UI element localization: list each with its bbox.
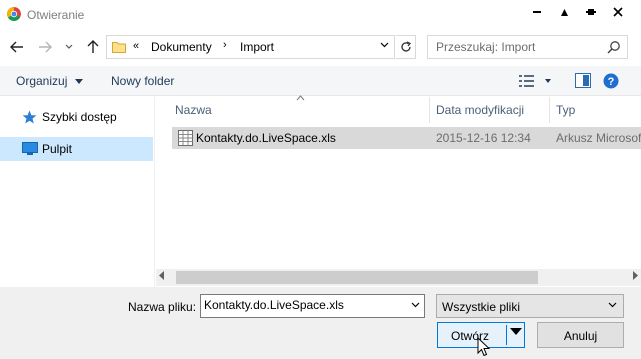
star-icon [22, 110, 37, 127]
folder-icon [112, 40, 126, 53]
filename-input[interactable] [204, 298, 402, 312]
recent-locations-button[interactable] [62, 36, 76, 58]
chrome-icon [7, 7, 21, 21]
column-header-date[interactable]: Data modyfikacji [436, 103, 524, 117]
open-options-dropdown-icon[interactable] [510, 328, 522, 339]
organize-button[interactable]: Organizuj [16, 74, 83, 88]
file-type-filter[interactable]: Wszystkie pliki [436, 294, 624, 318]
preview-pane-icon[interactable] [575, 73, 591, 91]
arrow-right-icon [39, 41, 52, 53]
sidebar-item-label: Pulpit [42, 142, 73, 156]
cancel-button[interactable]: Anuluj [537, 322, 624, 348]
scrollbar-thumb[interactable] [176, 271, 538, 284]
column-header-type[interactable]: Typ [556, 103, 575, 117]
sidebar-item-label: Szybki dostęp [42, 110, 117, 124]
mouse-cursor-icon [477, 336, 491, 359]
search-placeholder: Przeszukaj: Import [436, 40, 536, 54]
arrow-left-icon [10, 41, 23, 53]
file-type-filter-value: Wszystkie pliki [442, 300, 521, 314]
file-list: Nazwa Data modyfikacji Typ Kontakty.do.L… [156, 95, 641, 287]
refresh-button[interactable] [396, 35, 416, 59]
breadcrumb-import[interactable]: Import [240, 40, 274, 54]
view-details-icon[interactable] [519, 74, 551, 91]
horizontal-scrollbar[interactable] [156, 269, 641, 286]
split-divider [506, 325, 507, 345]
address-overflow[interactable]: « [133, 40, 139, 52]
arrow-up-icon [87, 40, 99, 53]
command-toolbar: Organizuj Nowy folder ? [0, 66, 641, 96]
column-header-name[interactable]: Nazwa [175, 103, 212, 117]
maximize-icon[interactable] [551, 0, 577, 24]
organize-label: Organizuj [16, 74, 68, 88]
dialog-footer: Nazwa pliku: Wszystkie pliki Otwórz Anul… [0, 287, 641, 359]
scroll-right-icon[interactable] [632, 271, 638, 282]
sidebar-item-quick-access[interactable]: Szybki dostęp [0, 105, 153, 129]
spreadsheet-file-icon [178, 130, 193, 149]
address-dropdown-icon[interactable] [380, 40, 389, 51]
chevron-down-icon [74, 79, 83, 85]
sidebar-item-desktop[interactable]: Pulpit [0, 137, 153, 161]
breadcrumb-dokumenty[interactable]: Dokumenty [151, 40, 212, 54]
filename-field[interactable] [200, 294, 425, 318]
new-folder-button[interactable]: Nowy folder [111, 74, 174, 88]
column-divider[interactable] [549, 97, 550, 123]
up-button[interactable] [84, 36, 102, 58]
address-bar[interactable]: « Dokumenty › Import [106, 35, 395, 59]
restore-icon[interactable] [578, 0, 604, 24]
column-divider[interactable] [429, 97, 430, 123]
file-type: Arkusz Microsoft [556, 131, 641, 145]
sort-ascending-icon [296, 93, 305, 103]
cancel-button-label: Anuluj [563, 329, 598, 343]
minimize-icon[interactable] [524, 0, 550, 24]
close-icon[interactable] [605, 0, 631, 24]
search-input[interactable]: Przeszukaj: Import [427, 35, 628, 59]
breadcrumb-separator[interactable]: › [223, 39, 227, 51]
filename-label: Nazwa pliku: [128, 300, 197, 314]
chevron-down-icon[interactable] [411, 300, 420, 311]
help-icon[interactable]: ? [603, 73, 619, 92]
refresh-icon [400, 41, 411, 52]
forward-button[interactable] [36, 36, 54, 58]
file-date: 2015-12-16 12:34 [436, 131, 531, 145]
file-row[interactable]: Kontakty.do.LiveSpace.xls 2015-12-16 12:… [172, 127, 641, 149]
chevron-down-icon [608, 300, 617, 311]
search-icon[interactable] [607, 40, 621, 54]
desktop-icon [22, 142, 38, 158]
back-button[interactable] [8, 36, 26, 58]
svg-text:?: ? [608, 76, 615, 88]
window-title: Otwieranie [27, 8, 85, 22]
file-name: Kontakty.do.LiveSpace.xls [196, 131, 336, 145]
scroll-left-icon[interactable] [159, 271, 165, 282]
chevron-down-icon [65, 44, 73, 49]
title-bar: Otwieranie [0, 0, 641, 30]
